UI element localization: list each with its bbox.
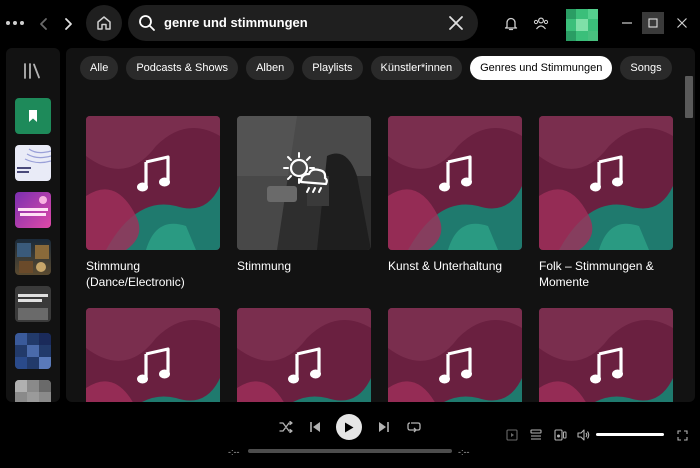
home-icon [97, 16, 111, 30]
back-arrow-icon[interactable] [34, 12, 54, 36]
genre-card[interactable]: Folk – Stimmungen & Momente [539, 116, 673, 290]
music-note-icon [590, 155, 623, 192]
home-button[interactable] [86, 5, 122, 41]
library-sidebar [6, 48, 60, 402]
genre-card[interactable] [237, 308, 371, 402]
minimize-window-icon[interactable] [616, 12, 638, 34]
genre-card-title: Stimmung [237, 259, 292, 273]
notifications-bell-icon[interactable] [502, 14, 520, 32]
music-note-icon [137, 155, 170, 192]
total-time: -:-- [458, 447, 470, 457]
player-bar: -:-- -:-- [0, 402, 700, 468]
play-icon [345, 422, 354, 432]
genre-card-image [388, 116, 522, 250]
genre-card[interactable]: Stimmung (Dance/Electronic) [86, 116, 220, 290]
connect-device-icon[interactable] [552, 428, 568, 442]
filter-chip-genres[interactable]: Genres und Stimmungen [470, 56, 613, 80]
genre-card-image [237, 308, 371, 402]
search-bar [128, 5, 478, 41]
weather-sun-rain-icon [283, 152, 328, 193]
filter-chip-playlists[interactable]: Playlists [302, 56, 363, 80]
liked-songs-item[interactable] [15, 98, 51, 134]
genre-card[interactable]: Stimmung [237, 116, 371, 274]
playlist-cover-romance [18, 196, 48, 216]
filter-chip-alle[interactable]: Alle [80, 56, 119, 80]
playlist-item[interactable] [15, 286, 51, 322]
genre-card-image [539, 308, 673, 402]
play-button[interactable] [336, 414, 362, 440]
playlist-cover-waves [17, 148, 51, 173]
filter-chips: Alle Podcasts & Shows Alben Playlists Kü… [80, 56, 672, 80]
fullscreen-icon[interactable] [674, 428, 690, 442]
volume-slider[interactable] [596, 433, 664, 436]
now-playing-view-icon[interactable] [504, 428, 520, 442]
genre-card-image [86, 308, 220, 402]
clear-search-icon[interactable] [448, 15, 464, 31]
bookmark-icon [29, 110, 37, 122]
music-note-icon [439, 155, 472, 192]
playlist-cover-dark-art [17, 243, 49, 273]
filter-chip-songs[interactable]: Songs [620, 56, 672, 80]
shuffle-icon[interactable] [278, 419, 294, 435]
volume-icon[interactable] [576, 428, 592, 442]
previous-track-icon[interactable] [307, 419, 323, 435]
forward-arrow-icon[interactable] [58, 12, 78, 36]
genre-card[interactable] [388, 308, 522, 402]
library-icon[interactable] [22, 62, 42, 80]
genre-card[interactable]: Kunst & Unterhaltung [388, 116, 522, 274]
genre-card-title: Folk – Stimmungen & Momente [539, 259, 654, 289]
repeat-icon[interactable] [406, 419, 422, 435]
playlist-item[interactable] [15, 239, 51, 275]
search-icon [139, 15, 155, 31]
playlist-item[interactable] [15, 380, 51, 402]
genre-card-title: Stimmung (Dance/Electronic) [86, 259, 185, 289]
music-note-icon [288, 347, 321, 384]
more-menu-icon[interactable] [6, 13, 32, 33]
playlist-cover-blue [15, 333, 51, 369]
maximize-window-icon[interactable] [642, 12, 664, 34]
elapsed-time: -:-- [228, 447, 240, 457]
filter-chip-alben[interactable]: Alben [246, 56, 295, 80]
user-avatar[interactable] [566, 9, 598, 41]
search-results-panel: Alle Podcasts & Shows Alben Playlists Kü… [66, 48, 695, 402]
music-note-icon [590, 347, 623, 384]
genre-card-title: Kunst & Unterhaltung [388, 259, 503, 273]
playlist-item[interactable] [15, 145, 51, 181]
playlist-item[interactable] [15, 192, 51, 228]
filter-chip-podcasts[interactable]: Podcasts & Shows [126, 56, 239, 80]
queue-icon[interactable] [528, 428, 544, 442]
friend-activity-icon[interactable] [532, 14, 550, 32]
close-window-icon[interactable] [671, 12, 693, 34]
scrollbar-thumb[interactable] [685, 76, 693, 118]
playback-progress-bar[interactable] [248, 449, 452, 453]
genre-card-image [539, 116, 673, 250]
genre-card-image [86, 116, 220, 250]
genre-card-image [388, 308, 522, 402]
playlist-cover-sektion [18, 294, 48, 320]
top-bar [0, 0, 700, 48]
music-note-icon [439, 347, 472, 384]
playlist-cover-gray [15, 380, 51, 402]
music-note-icon [137, 347, 170, 384]
genre-card-image [237, 116, 371, 250]
genre-card[interactable] [539, 308, 673, 402]
genre-card[interactable] [86, 308, 220, 402]
next-track-icon[interactable] [376, 419, 392, 435]
filter-chip-kuenstler[interactable]: Künstler*innen [370, 56, 463, 80]
search-input[interactable] [164, 5, 434, 41]
playlist-item[interactable] [15, 333, 51, 369]
